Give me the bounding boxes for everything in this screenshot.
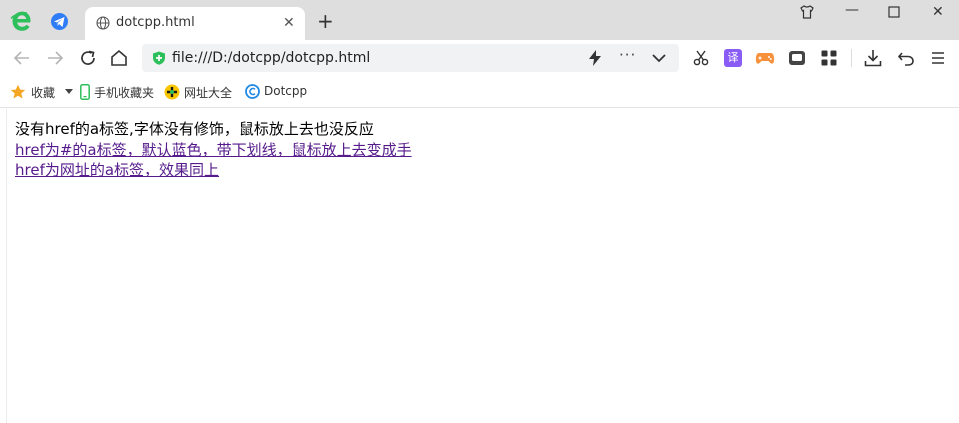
site-icon bbox=[164, 84, 180, 100]
home-button[interactable] bbox=[109, 48, 129, 68]
phone-icon bbox=[80, 84, 90, 100]
back-button[interactable] bbox=[12, 48, 32, 68]
navigation-bar: file:///D:/dotcpp/dotcpp.html ··· 译 bbox=[0, 40, 959, 76]
hash-href-link[interactable]: href为#的a标签，默认蓝色，带下划线，鼠标放上去变成手 bbox=[15, 140, 412, 160]
address-url[interactable]: file:///D:/dotcpp/dotcpp.html bbox=[172, 50, 370, 66]
scissors-icon[interactable] bbox=[692, 49, 710, 67]
apps-grid-icon[interactable] bbox=[820, 49, 838, 67]
bookmark-favorites[interactable]: 收藏 bbox=[10, 83, 75, 101]
tab-close-icon[interactable]: ✕ bbox=[283, 16, 295, 30]
bookmarks-bar: 收藏 手机收藏夹 网址大全 Dotcpp bbox=[0, 76, 959, 108]
tab-strip: dotcpp.html ✕ + — ✕ bbox=[0, 0, 959, 40]
translate-icon[interactable]: 译 bbox=[724, 49, 742, 67]
game-controller-icon[interactable] bbox=[755, 49, 775, 67]
telegram-icon[interactable] bbox=[51, 13, 68, 30]
caret-down-icon[interactable] bbox=[65, 89, 73, 95]
active-tab[interactable]: dotcpp.html ✕ bbox=[85, 7, 305, 40]
bookmark-mobile[interactable]: 手机收藏夹 bbox=[80, 83, 156, 101]
globe-icon bbox=[96, 16, 110, 30]
minimize-button[interactable]: — bbox=[845, 2, 859, 22]
forward-button[interactable] bbox=[45, 48, 65, 68]
chevron-down-icon[interactable] bbox=[652, 53, 666, 63]
new-tab-button[interactable]: + bbox=[317, 11, 334, 31]
tab-title: dotcpp.html bbox=[116, 15, 195, 30]
bookmark-site-directory[interactable]: 网址大全 bbox=[164, 83, 236, 101]
secure-shield-icon[interactable] bbox=[152, 51, 166, 65]
maximize-button[interactable] bbox=[888, 6, 900, 26]
dotcpp-icon bbox=[245, 84, 260, 99]
url-href-link[interactable]: href为网址的a标签，效果同上 bbox=[15, 160, 219, 180]
reload-button[interactable] bbox=[78, 48, 98, 68]
plain-anchor-text: 没有href的a标签,字体没有修饰，鼠标放上去也没反应 bbox=[15, 120, 374, 138]
skin-icon[interactable] bbox=[799, 4, 815, 24]
address-bar[interactable]: file:///D:/dotcpp/dotcpp.html ··· bbox=[142, 44, 679, 72]
browser-logo-icon[interactable] bbox=[10, 9, 34, 33]
download-icon[interactable] bbox=[864, 49, 882, 67]
window-close-button[interactable]: ✕ bbox=[932, 4, 944, 24]
bookmark-dotcpp[interactable]: Dotcpp bbox=[245, 83, 309, 101]
toolbar-divider bbox=[851, 49, 852, 67]
menu-icon[interactable] bbox=[929, 49, 947, 67]
lightning-icon[interactable] bbox=[588, 50, 602, 66]
page-content: 没有href的a标签,字体没有修饰，鼠标放上去也没反应 href为#的a标签，默… bbox=[6, 109, 959, 423]
more-icon[interactable]: ··· bbox=[619, 46, 636, 64]
undo-icon[interactable] bbox=[897, 49, 915, 67]
wallet-icon[interactable] bbox=[788, 49, 806, 67]
star-icon bbox=[10, 84, 26, 99]
